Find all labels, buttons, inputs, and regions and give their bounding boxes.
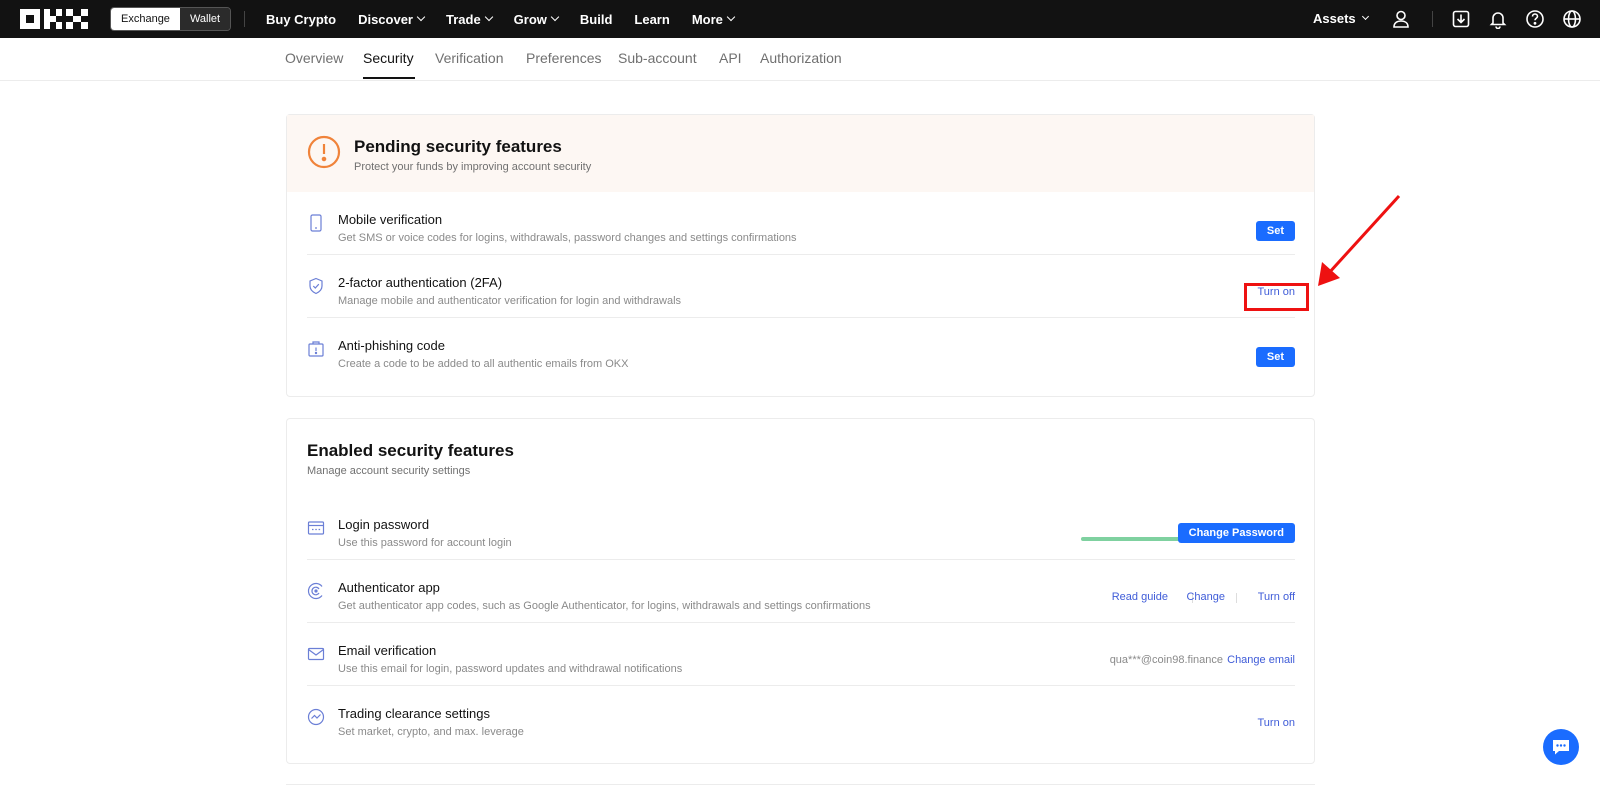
row-anti-phishing: Anti-phishing code Create a code to be a… [307, 318, 1295, 381]
pending-subtitle: Protect your funds by improving account … [354, 161, 592, 173]
anti-phishing-icon [308, 341, 324, 357]
mode-exchange-button[interactable]: Exchange [111, 8, 180, 30]
change-authenticator-link[interactable]: Change [1186, 591, 1225, 603]
pending-title: Pending security features [354, 137, 562, 156]
nav-label: Discover [358, 11, 413, 27]
shield-icon [309, 277, 323, 295]
chevron-down-icon [1361, 12, 1369, 21]
tab-verification[interactable]: Verification [435, 50, 503, 66]
nav-label: Trade [445, 11, 481, 27]
row-description: Use this email for login, password updat… [338, 663, 683, 675]
tab-preferences[interactable]: Preferences [526, 50, 601, 66]
assets-menu[interactable]: Assets [1313, 11, 1369, 26]
assets-label: Assets [1313, 11, 1356, 26]
nav-label: Build [579, 11, 613, 27]
warning-icon [307, 135, 341, 169]
okx-logo[interactable] [20, 9, 88, 29]
row-description: Use this password for account login [338, 537, 512, 549]
nav-label: More [691, 11, 723, 27]
help-icon[interactable] [1525, 9, 1545, 29]
mode-wallet-button[interactable]: Wallet [179, 8, 231, 30]
change-email-link[interactable]: Change email [1227, 654, 1295, 666]
row-login-password: Login password Use this password for acc… [307, 497, 1295, 560]
mobile-verification-set-button[interactable]: Set [1255, 221, 1295, 241]
active-tab-indicator [363, 77, 415, 79]
row-title: Email verification [338, 643, 437, 658]
enabled-security-card: Enabled security features Manage account… [286, 418, 1315, 764]
row-title: Anti-phishing code [338, 338, 445, 353]
nav-label: Grow [513, 11, 547, 27]
nav-trade[interactable]: Trade [445, 11, 493, 27]
nav-label: Learn [634, 11, 670, 27]
nav-learn[interactable]: Learn [634, 12, 669, 27]
nav-discover[interactable]: Discover [358, 11, 426, 27]
download-icon[interactable] [1451, 9, 1471, 29]
row-description: Manage mobile and authenticator verifica… [338, 295, 682, 307]
row-mobile-verification: Mobile verification Get SMS or voice cod… [307, 192, 1295, 255]
row-title: 2-factor authentication (2FA) [338, 275, 503, 290]
turn-off-authenticator-link[interactable]: Turn off [1258, 591, 1295, 603]
globe-icon[interactable] [1562, 9, 1582, 29]
chevron-down-icon [550, 12, 560, 22]
row-title: Login password [338, 517, 430, 532]
chevron-down-icon [726, 12, 736, 22]
chat-icon [1553, 740, 1569, 755]
row-trading-clearance: Trading clearance settings Set market, c… [307, 686, 1295, 749]
chevron-down-icon [416, 12, 426, 22]
account-tabs: Overview Security Verification Preferenc… [0, 38, 1600, 81]
phone-icon [310, 214, 322, 232]
pending-security-card: Pending security features Protect your f… [286, 114, 1315, 397]
nav-divider [1432, 11, 1433, 27]
mode-switch: Exchange Wallet [110, 7, 232, 31]
annotation-arrow-icon [1318, 194, 1401, 286]
mail-icon [307, 647, 325, 661]
enabled-title: Enabled security features [307, 441, 514, 460]
top-navbar: Exchange Wallet Buy Crypto Discover Trad… [0, 0, 1600, 38]
pending-header: Pending security features Protect your f… [287, 115, 1314, 192]
main-nav: Buy Crypto Discover Trade Grow Build Lea… [266, 0, 756, 38]
tab-sub-account[interactable]: Sub-account [618, 50, 697, 66]
tab-overview[interactable]: Overview [285, 50, 343, 66]
row-description: Get authenticator app codes, such as Goo… [338, 600, 871, 612]
tab-api[interactable]: API [719, 50, 742, 66]
row-email-verification: Email verification Use this email for lo… [307, 623, 1295, 686]
bell-icon[interactable] [1488, 9, 1508, 29]
nav-grow[interactable]: Grow [513, 11, 560, 27]
annotation-highlight-box [1244, 283, 1309, 311]
row-title: Authenticator app [338, 580, 440, 595]
row-title: Trading clearance settings [338, 706, 490, 721]
change-password-button[interactable]: Change Password [1177, 523, 1295, 543]
chevron-down-icon [484, 12, 493, 22]
user-icon[interactable] [1391, 9, 1411, 29]
row-description: Set market, crypto, and max. leverage [338, 726, 524, 738]
email-value: qua***@coin98.finance [1109, 654, 1223, 666]
nav-more[interactable]: More [691, 11, 736, 27]
tab-security[interactable]: Security [363, 50, 414, 66]
row-title: Mobile verification [338, 212, 443, 227]
row-authenticator-app: Authenticator app Get authenticator app … [307, 560, 1295, 623]
tab-authorization[interactable]: Authorization [760, 50, 842, 66]
row-description: Create a code to be added to all authent… [338, 358, 629, 370]
anti-phishing-set-button[interactable]: Set [1255, 347, 1295, 367]
nav-divider [244, 11, 245, 27]
row-2fa: 2-factor authentication (2FA) Manage mob… [307, 255, 1295, 318]
trading-clearance-turn-on-link[interactable]: Turn on [1257, 717, 1295, 729]
row-description: Get SMS or voice codes for logins, withd… [338, 232, 797, 244]
nav-build[interactable]: Build [580, 12, 613, 27]
link-separator [1236, 593, 1237, 603]
trading-icon [307, 708, 325, 726]
password-icon [307, 521, 325, 535]
nav-label: Buy Crypto [266, 11, 337, 27]
chat-support-button[interactable] [1543, 729, 1579, 765]
authenticator-icon [307, 582, 323, 600]
nav-buy-crypto[interactable]: Buy Crypto [266, 12, 336, 27]
read-guide-link[interactable]: Read guide [1112, 591, 1168, 603]
enabled-subtitle: Manage account security settings [307, 465, 471, 477]
